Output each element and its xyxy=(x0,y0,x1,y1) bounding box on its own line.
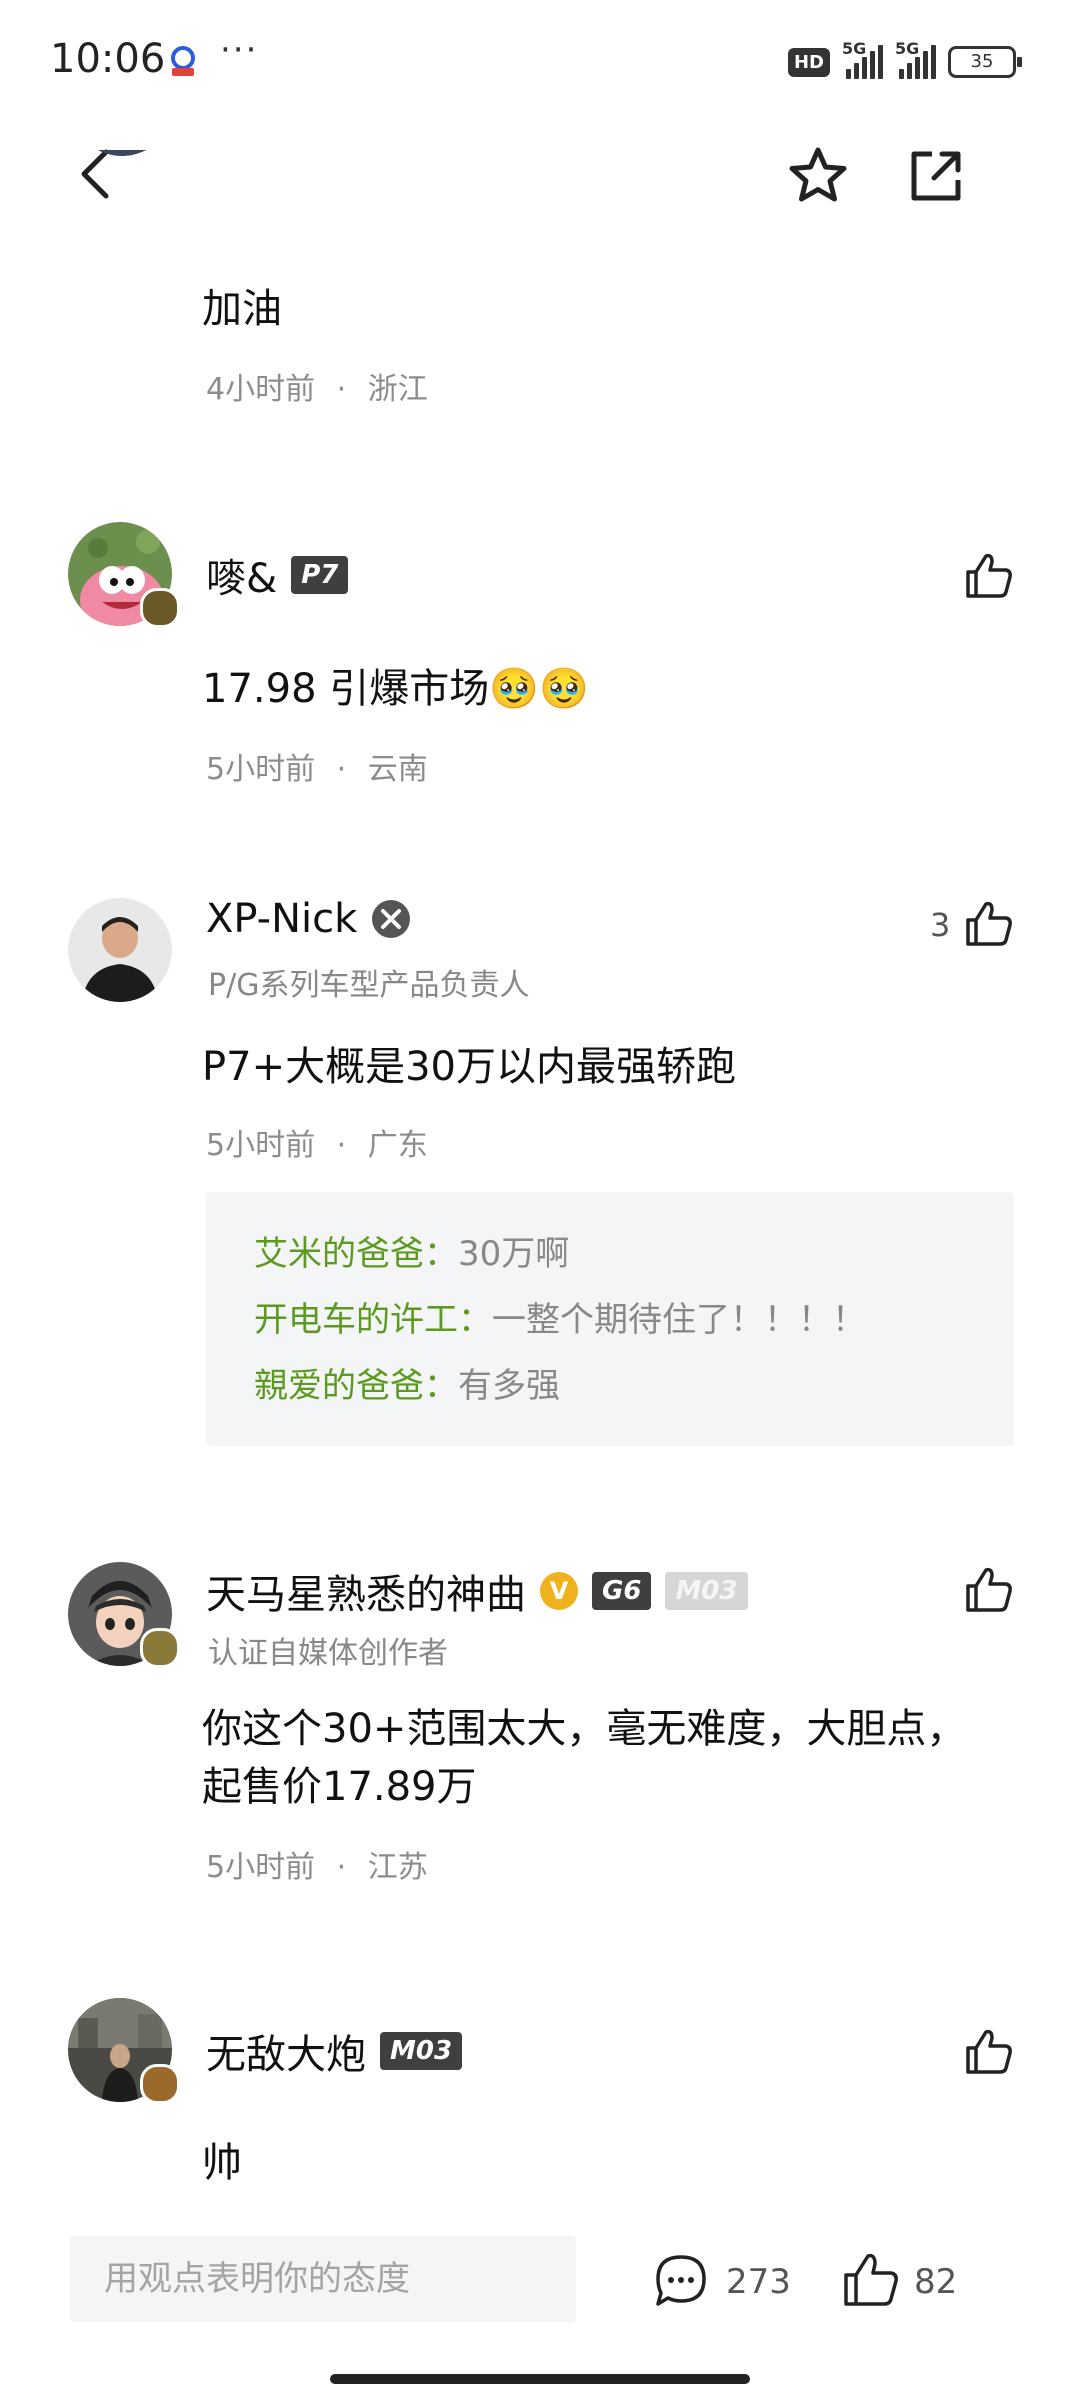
reply-text: 一整个期待住了！！！！ xyxy=(492,1300,866,1340)
owner-tag-badge: M03 xyxy=(380,2032,463,2070)
comment-meta: 5小时前 · 江苏 xyxy=(206,1842,428,1886)
comment-time: 4小时前 xyxy=(206,372,316,407)
avatar-badge-icon xyxy=(140,1628,180,1668)
meta-separator: · xyxy=(336,1850,347,1885)
comment-content: 帅 xyxy=(202,2140,242,2186)
reply-item[interactable]: 开电车的许工：一整个期待住了！！！！ xyxy=(254,1292,866,1341)
share-button[interactable] xyxy=(904,144,968,208)
verified-creator-icon: V xyxy=(540,1572,578,1610)
owner-tag-badge: P7 xyxy=(291,556,349,594)
comment-time: 5小时前 xyxy=(206,1128,316,1163)
meta-separator: · xyxy=(336,1128,347,1163)
meta-separator: · xyxy=(336,752,347,787)
like-button[interactable] xyxy=(964,1564,1014,1614)
comment-content: 加油 xyxy=(202,286,282,332)
owner-tag-badge: G6 xyxy=(592,1572,652,1610)
comment-icon[interactable] xyxy=(652,2252,710,2310)
reply-item[interactable]: 親爱的爸爸：有多强 xyxy=(254,1358,560,1407)
favorite-button[interactable] xyxy=(786,144,850,208)
comment-meta: 5小时前 · 广东 xyxy=(206,1120,428,1164)
reply-text: 30万啊 xyxy=(458,1234,570,1274)
more-notifications-icon: ··· xyxy=(220,30,259,70)
battery-icon: 35 xyxy=(948,46,1022,78)
comment-location: 浙江 xyxy=(367,372,428,407)
reply-item[interactable]: 艾米的爸爸：30万啊 xyxy=(254,1226,569,1275)
status-indicators: HD 5G 5G 35 xyxy=(787,39,1022,82)
avatar-badge-icon xyxy=(140,588,180,628)
comment-location: 江苏 xyxy=(367,1850,428,1885)
reply-username[interactable]: 艾米的爸爸 xyxy=(254,1234,424,1274)
like-count: 82 xyxy=(914,2262,958,2302)
reply-username[interactable]: 親爱的爸爸 xyxy=(254,1366,424,1406)
owner-tag-badge: M03 xyxy=(665,1572,748,1610)
like-button[interactable] xyxy=(964,2026,1014,2076)
signal-sim1-icon: 5G xyxy=(842,39,883,79)
avatar[interactable] xyxy=(70,150,174,250)
comment-input[interactable]: 用观点表明你的态度 xyxy=(70,2236,576,2322)
comment-content: 17.98 引爆市场🥹🥹 xyxy=(202,666,589,712)
comment-count: 273 xyxy=(726,2262,791,2302)
comment-username[interactable]: 天马星熟悉的神曲 xyxy=(206,1562,526,1620)
comment-time: 5小时前 xyxy=(206,752,316,787)
status-time: 10:06 xyxy=(50,36,166,82)
like-button[interactable] xyxy=(964,550,1014,600)
official-verified-icon xyxy=(372,900,411,938)
comment-username[interactable]: 嘜& xyxy=(206,546,277,604)
comment-meta: 4小时前 · 浙江 xyxy=(206,364,428,408)
reply-username[interactable]: 开电车的许工 xyxy=(254,1300,458,1340)
user-title: P/G系列车型产品负责人 xyxy=(208,968,530,1003)
app-notification-icon xyxy=(171,46,195,76)
comment-location: 云南 xyxy=(367,752,428,787)
like-button[interactable] xyxy=(964,898,1014,948)
avatar[interactable] xyxy=(68,898,172,1002)
hd-voice-icon: HD xyxy=(787,47,830,77)
signal-sim2-icon: 5G xyxy=(895,39,936,79)
comment-meta: 5小时前 · 云南 xyxy=(206,744,428,788)
reply-preview-box[interactable]: 艾米的爸爸：30万啊 开电车的许工：一整个期待住了！！！！ 親爱的爸爸：有多强 xyxy=(206,1192,1014,1446)
user-title: 认证自媒体创作者 xyxy=(208,1636,448,1671)
comment-content: 你这个30+范围太大，毫无难度，大胆点，起售价17.89万 xyxy=(202,1706,967,1810)
home-indicator[interactable] xyxy=(330,2374,750,2384)
comment-time: 5小时前 xyxy=(206,1850,316,1885)
comment-content: P7+大概是30万以内最强轿跑 xyxy=(202,1044,736,1090)
like-count: 3 xyxy=(930,906,951,944)
meta-separator: · xyxy=(336,372,347,407)
like-icon[interactable] xyxy=(842,2250,900,2308)
avatar-badge-icon xyxy=(140,2064,180,2104)
comment-location: 广东 xyxy=(367,1128,428,1163)
reply-text: 有多强 xyxy=(458,1366,560,1406)
comment-username[interactable]: XP-Nick xyxy=(206,896,357,942)
comment-username[interactable]: 无敌大炮 xyxy=(206,2022,366,2080)
